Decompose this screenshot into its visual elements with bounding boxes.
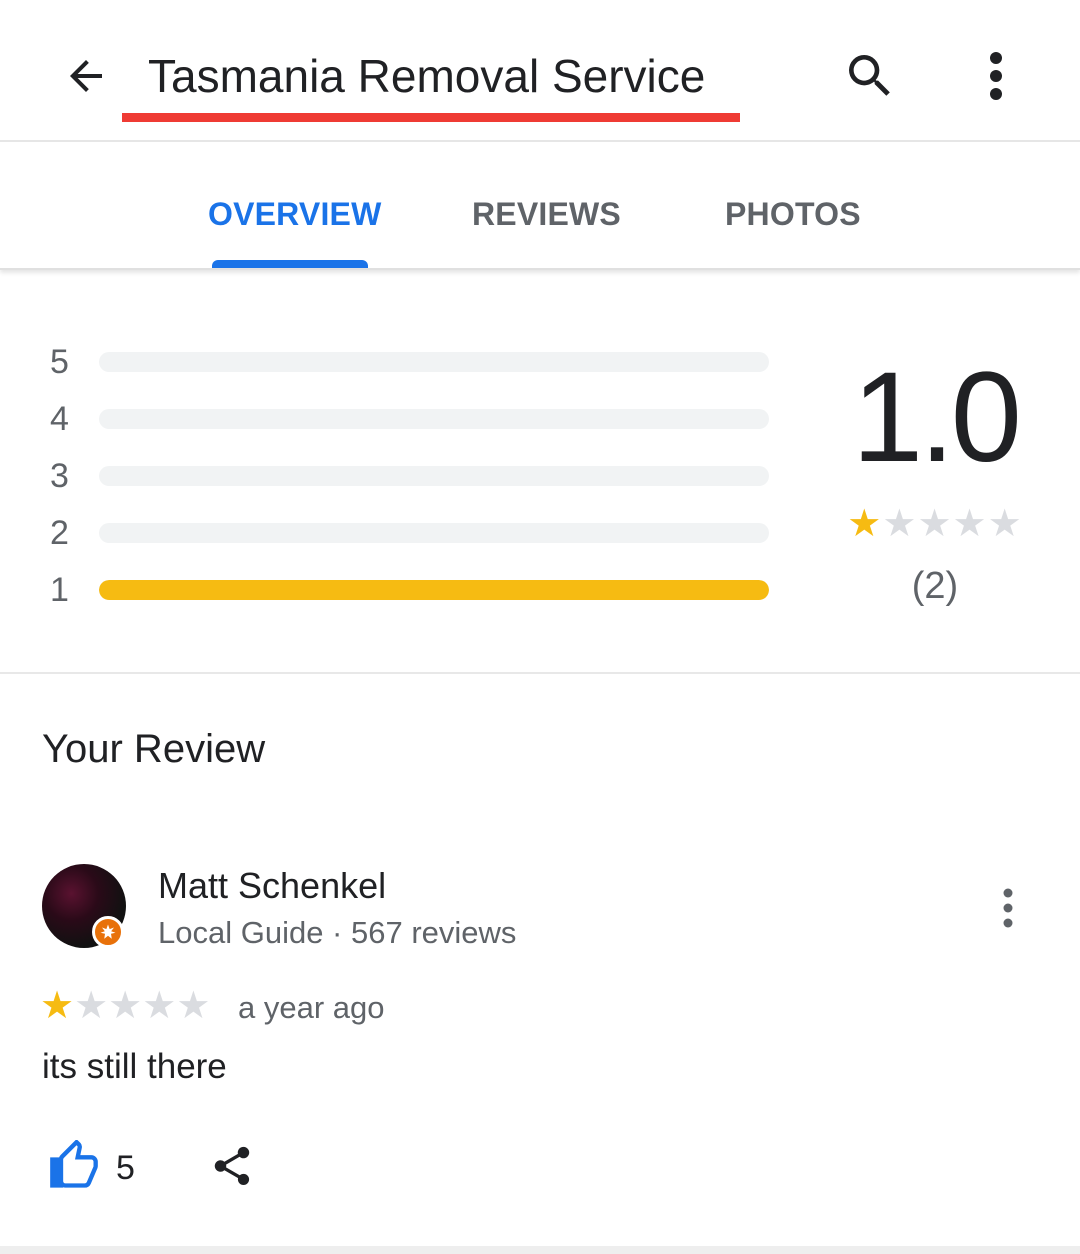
histogram-bar-track bbox=[99, 352, 769, 372]
tab-photos[interactable]: PHOTOS bbox=[725, 194, 861, 234]
review-more-options-button[interactable] bbox=[984, 880, 1032, 936]
star-empty-icon: ★ bbox=[176, 985, 211, 1027]
histogram-bar-track bbox=[99, 580, 769, 600]
histogram-bar-track bbox=[99, 409, 769, 429]
star-filled-icon: ★ bbox=[40, 985, 75, 1027]
histogram-star-label: 5 bbox=[50, 343, 69, 381]
app-bar: Tasmania Removal Service bbox=[0, 0, 1080, 142]
star-empty-icon: ★ bbox=[882, 503, 918, 545]
like-button[interactable] bbox=[44, 1138, 104, 1194]
review-star-rating: ★★★★★ bbox=[40, 986, 210, 1026]
histogram-bar-fill bbox=[99, 580, 769, 600]
histogram-bar-track bbox=[99, 466, 769, 486]
more-options-button[interactable] bbox=[966, 44, 1026, 108]
active-tab-indicator bbox=[212, 260, 368, 268]
arrow-left-icon bbox=[70, 60, 102, 92]
bottom-divider bbox=[0, 1246, 1080, 1254]
histogram-row: 4 bbox=[0, 399, 800, 439]
star-empty-icon: ★ bbox=[74, 985, 109, 1027]
share-icon bbox=[214, 1146, 250, 1186]
star-filled-icon: ★ bbox=[847, 503, 883, 545]
tab-bar: OVERVIEW REVIEWS PHOTOS bbox=[0, 142, 1080, 270]
review-timestamp: a year ago bbox=[238, 990, 385, 1025]
local-guide-badge-icon bbox=[92, 916, 124, 948]
search-button[interactable] bbox=[838, 44, 902, 108]
histogram-row: 3 bbox=[0, 456, 800, 496]
star-empty-icon: ★ bbox=[917, 503, 953, 545]
reviewer-meta: Local Guide · 567 reviews bbox=[158, 915, 517, 950]
histogram-star-label: 4 bbox=[50, 400, 69, 438]
star-empty-icon: ★ bbox=[108, 985, 143, 1027]
histogram-row: 2 bbox=[0, 513, 800, 553]
star-burst-icon bbox=[100, 924, 116, 939]
section-divider bbox=[0, 672, 1080, 674]
histogram-bar-track bbox=[99, 523, 769, 543]
thumbs-up-icon bbox=[50, 1140, 98, 1188]
share-button[interactable] bbox=[204, 1138, 260, 1194]
title-highlight-underline bbox=[122, 113, 740, 122]
more-vert-icon bbox=[990, 52, 1002, 100]
average-star-rating: ★★★★★ bbox=[840, 504, 1030, 544]
histogram-row: 1 bbox=[0, 570, 800, 610]
tab-overview[interactable]: OVERVIEW bbox=[208, 194, 382, 234]
star-empty-icon: ★ bbox=[987, 503, 1023, 545]
review-count: (2) bbox=[911, 565, 959, 607]
histogram-star-label: 2 bbox=[50, 514, 69, 552]
like-count: 5 bbox=[116, 1149, 135, 1187]
average-rating: 1.0 bbox=[852, 346, 1022, 489]
your-review-heading: Your Review bbox=[42, 727, 266, 771]
page-title: Tasmania Removal Service bbox=[148, 50, 706, 102]
star-empty-icon: ★ bbox=[952, 503, 988, 545]
reviewer-name[interactable]: Matt Schenkel bbox=[158, 864, 386, 908]
search-icon bbox=[849, 55, 890, 96]
star-empty-icon: ★ bbox=[142, 985, 177, 1027]
back-button[interactable] bbox=[56, 46, 116, 106]
histogram-star-label: 3 bbox=[50, 457, 69, 495]
review-text: its still there bbox=[42, 1047, 227, 1086]
tab-reviews[interactable]: REVIEWS bbox=[472, 194, 621, 234]
more-vert-icon bbox=[1003, 888, 1013, 928]
histogram-star-label: 1 bbox=[50, 571, 69, 609]
histogram-row: 5 bbox=[0, 342, 800, 382]
